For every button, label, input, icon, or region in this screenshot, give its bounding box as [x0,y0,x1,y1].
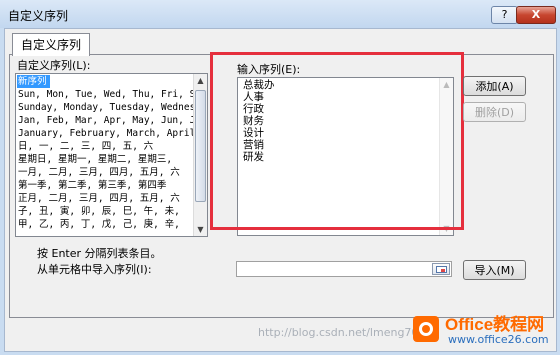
list-item[interactable]: 新序列 [17,75,50,88]
list-item[interactable]: Sunday, Monday, Tuesday, Wednes [18,101,195,114]
list-item[interactable]: 一月, 二月, 三月, 四月, 五月, 六 [18,166,180,179]
enter-hint: 按 Enter 分隔列表条目。 [37,247,162,260]
logo-text: Office教程网 [445,315,545,334]
import-button[interactable]: 导入(M) [463,260,526,280]
watermark-text: http://blog.csdn.net/lmeng7070 [258,326,433,339]
highlight-annotation [210,52,464,230]
logo-subtext: www.office26.com [448,333,549,346]
list-item[interactable]: 正月, 二月, 三月, 四月, 五月, 六 [18,192,180,205]
custom-lists-label: 自定义序列(L): [17,59,91,72]
scroll-thumb[interactable] [195,90,206,202]
import-label: 从单元格中导入序列(I): [37,263,152,276]
list-item[interactable]: Sun, Mon, Tue, Wed, Thu, Fri, S [18,88,195,101]
scroll-up-arrow-icon[interactable]: ▲ [194,74,207,87]
custom-lists-listbox[interactable]: 新序列 Sun, Mon, Tue, Wed, Thu, Fri, S Sund… [15,73,208,237]
import-range-field[interactable] [236,261,452,277]
list-item[interactable]: 星期日, 星期一, 星期二, 星期三, [18,153,172,166]
list-item[interactable]: 子, 丑, 寅, 卯, 辰, 巳, 午, 未, [18,205,180,218]
list-item[interactable]: 第一季, 第二季, 第三季, 第四季 [18,179,166,192]
delete-button[interactable]: 删除(D) [463,102,526,122]
add-button[interactable]: 添加(A) [463,76,526,96]
list-scrollbar[interactable]: ▲ ▼ [193,74,207,236]
help-button[interactable]: ? [491,6,518,24]
list-item[interactable]: 日, 一, 二, 三, 四, 五, 六 [18,140,153,153]
tab-custom-lists[interactable]: 自定义序列 [12,33,91,56]
list-item[interactable]: January, February, March, April, [18,127,201,140]
window-title: 自定义序列 [8,9,69,23]
scroll-down-arrow-icon[interactable]: ▼ [194,223,207,236]
office-logo-icon [413,316,439,342]
range-select-icon[interactable] [432,263,450,275]
list-item[interactable]: 甲, 乙, 丙, 丁, 戊, 己, 庚, 辛, [18,218,180,231]
office-logo: Office教程网 www.office26.com [410,306,558,352]
title-bar: 自定义序列 ? X [0,0,560,28]
close-button[interactable]: X [516,6,556,24]
list-item[interactable]: Jan, Feb, Mar, Apr, May, Jun, Ju [18,114,201,127]
